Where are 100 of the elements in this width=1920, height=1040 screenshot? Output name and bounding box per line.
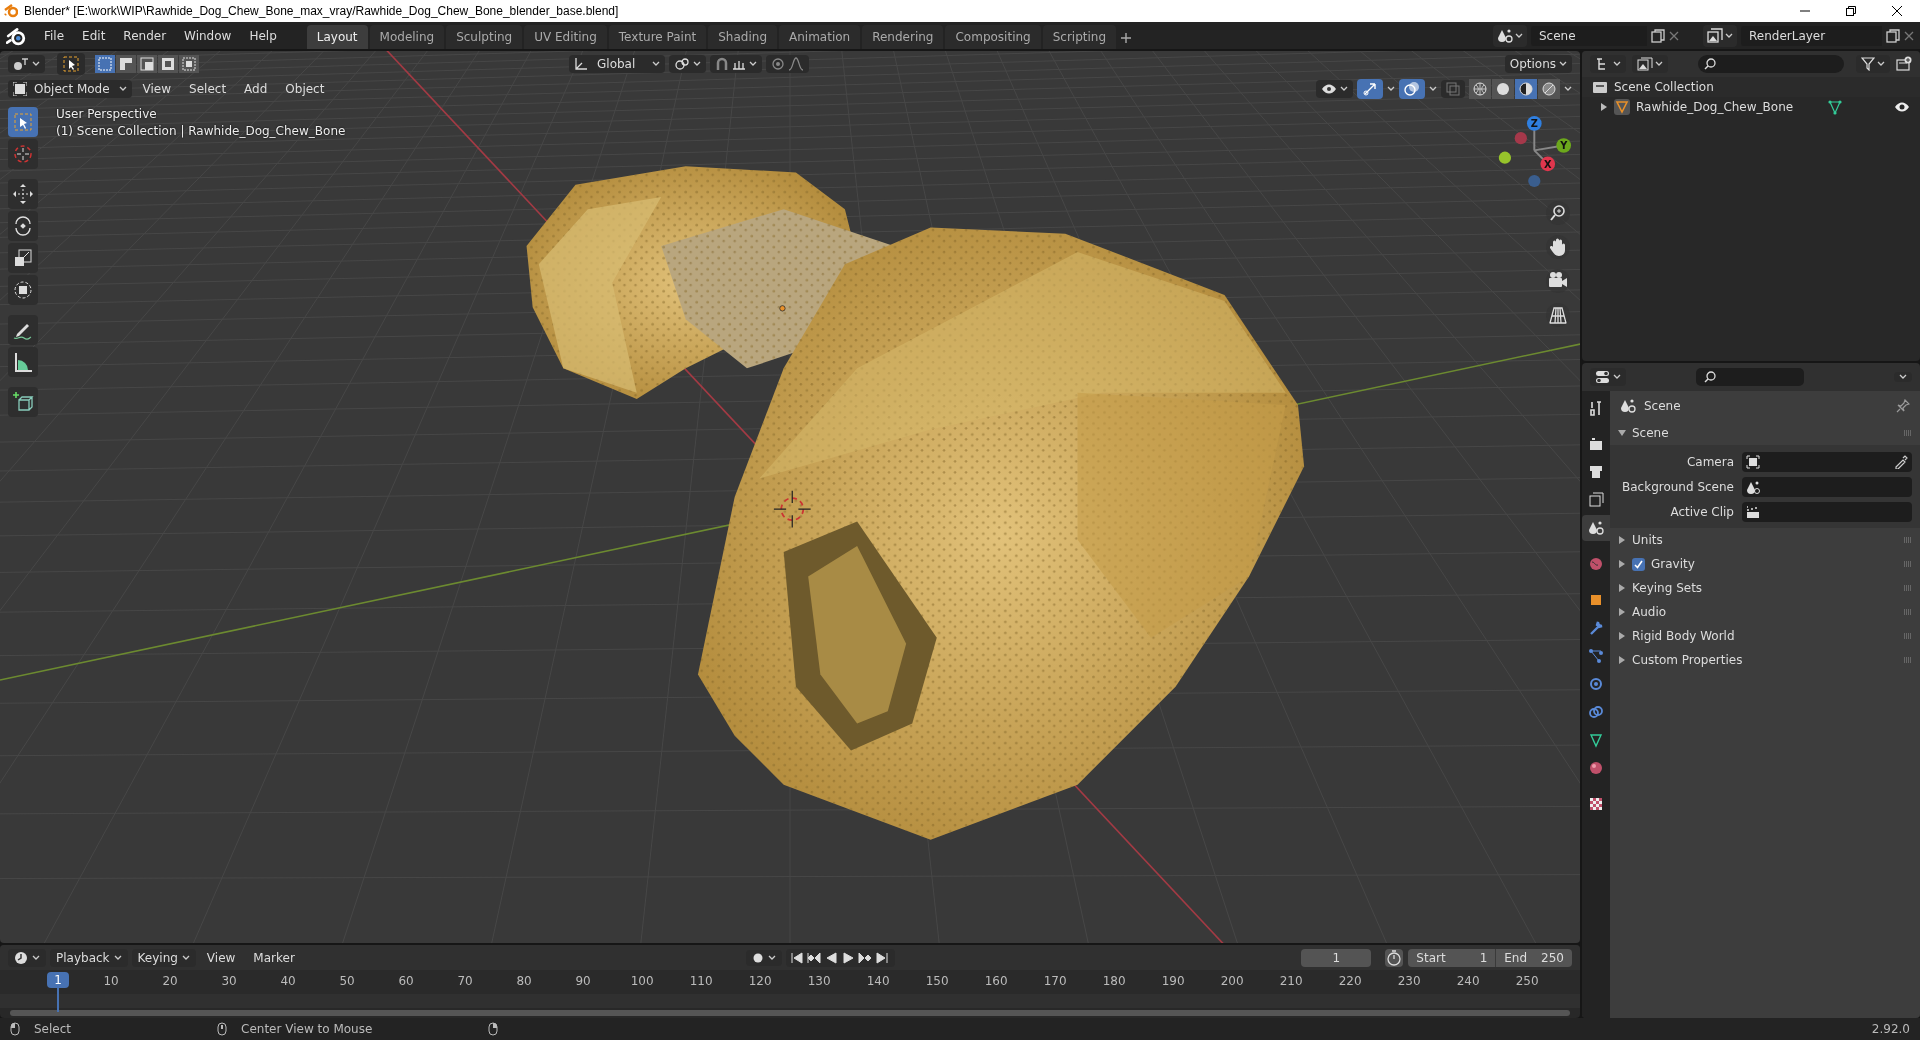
drag-handle-icon[interactable] — [1904, 609, 1912, 615]
workspace-tab[interactable]: Scripting — [1042, 25, 1117, 49]
disclosure-triangle-icon[interactable] — [1618, 656, 1626, 664]
keyframe-track[interactable] — [0, 994, 1580, 1008]
scene-selector-field[interactable]: Scene — [1531, 25, 1647, 46]
overlay-toggle[interactable] — [1399, 78, 1425, 99]
xray-toggle[interactable] — [1441, 79, 1465, 98]
editor-type-button[interactable] — [1590, 368, 1626, 386]
workspace-tab[interactable]: Layout — [306, 25, 368, 49]
workspace-tab[interactable]: Rendering — [862, 25, 944, 49]
proportional-editing-toggle[interactable] — [766, 54, 810, 73]
transform-orientation-dropdown[interactable]: Global — [569, 54, 666, 73]
workspace-tab[interactable]: Compositing — [945, 25, 1041, 49]
drag-handle-icon[interactable] — [1904, 537, 1912, 543]
panel-header[interactable]: Units — [1632, 533, 1663, 547]
pin-icon[interactable] — [1896, 399, 1910, 413]
start-frame-field[interactable]: Start 1 — [1408, 948, 1496, 967]
copy-icon[interactable] — [1651, 28, 1665, 43]
restore-icon[interactable] — [1846, 6, 1856, 16]
editor-type-button[interactable] — [8, 54, 45, 73]
workspace-tab[interactable]: Shading — [708, 25, 777, 49]
scene-field[interactable] — [1742, 476, 1912, 497]
close-icon[interactable] — [1892, 6, 1902, 16]
ortho-grid-icon[interactable] — [1546, 303, 1570, 327]
display-mode-button[interactable] — [1632, 55, 1668, 73]
end-frame-field[interactable]: End 250 — [1495, 948, 1572, 967]
solid-shading-button[interactable] — [1492, 78, 1514, 99]
panel-header[interactable]: Gravity — [1651, 557, 1695, 571]
navigation-gizmo[interactable]: Z Y X — [1498, 116, 1572, 188]
panel-header[interactable]: Scene — [1632, 426, 1669, 440]
viewport-menu[interactable]: Object — [278, 79, 332, 98]
rendered-shading-button[interactable] — [1538, 78, 1560, 99]
panel-header[interactable]: Custom Properties — [1632, 653, 1743, 667]
workspace-tab[interactable]: Texture Paint — [608, 25, 707, 49]
view-layer-selector-type-button[interactable] — [1703, 24, 1737, 47]
timeline-menu[interactable]: Keying — [131, 948, 196, 967]
measure-tool-button[interactable] — [8, 347, 38, 377]
selection-mode-button[interactable] — [137, 54, 157, 73]
select-tool-button[interactable] — [8, 107, 38, 137]
scene-properties-tab[interactable] — [1582, 515, 1610, 541]
active-tool-button[interactable] — [57, 52, 85, 75]
workspace-tab[interactable]: Sculpting — [446, 25, 523, 49]
viewport-menu[interactable]: Select — [182, 79, 234, 98]
menu-item[interactable]: Window — [176, 25, 240, 46]
blender-logo-icon[interactable] — [6, 25, 26, 46]
zoom-icon[interactable] — [1546, 201, 1570, 225]
snap-toggle[interactable] — [710, 54, 763, 73]
scene-selector-type-button[interactable] — [1493, 24, 1527, 47]
viewport-menu[interactable]: View — [135, 79, 179, 98]
selection-mode-button[interactable] — [158, 54, 178, 73]
timeline-menu[interactable]: Playback — [50, 948, 128, 967]
add-cube-tool-button[interactable] — [8, 387, 38, 417]
disclosure-triangle-icon[interactable] — [1618, 429, 1626, 437]
camera-field[interactable] — [1742, 451, 1912, 472]
disclosure-triangle-icon[interactable] — [1618, 608, 1626, 616]
new-collection-icon[interactable] — [1896, 56, 1912, 72]
gizmo-toggle[interactable] — [1357, 78, 1383, 99]
checkbox[interactable] — [1632, 557, 1645, 571]
view-layer-selector-field[interactable]: RenderLayer — [1741, 25, 1882, 46]
search-field[interactable] — [1696, 368, 1804, 386]
menu-item[interactable]: File — [36, 25, 73, 46]
menu-item[interactable]: Edit — [74, 25, 114, 46]
axis-handle[interactable]: X — [1540, 156, 1556, 172]
disclosure-triangle-icon[interactable] — [1600, 103, 1608, 111]
cursor-tool-button[interactable] — [8, 139, 38, 169]
workspace-tab[interactable]: Modeling — [369, 25, 445, 49]
current-frame-field[interactable]: 1 — [1301, 948, 1372, 967]
jump-start-icon[interactable] — [789, 950, 806, 965]
filter-button[interactable] — [1856, 55, 1890, 73]
visibility-dropdown[interactable] — [1316, 79, 1353, 98]
disclosure-triangle-icon[interactable] — [1618, 560, 1626, 568]
menu-item[interactable]: Help — [241, 25, 285, 46]
panel-header[interactable]: Rigid Body World — [1632, 629, 1735, 643]
jump-end-icon[interactable] — [874, 950, 891, 965]
axis-handle[interactable]: Z — [1526, 116, 1542, 131]
hand-icon[interactable] — [1546, 235, 1570, 259]
search-field[interactable] — [1698, 55, 1844, 73]
disclosure-triangle-icon[interactable] — [1618, 536, 1626, 544]
eyedropper-icon[interactable] — [1894, 454, 1908, 469]
drag-handle-icon[interactable] — [1904, 633, 1912, 639]
copy-icon[interactable] — [1886, 28, 1900, 43]
selection-mode-button[interactable] — [95, 54, 115, 73]
annotate-tool-button[interactable] — [8, 315, 38, 345]
rotate-tool-button[interactable] — [8, 211, 38, 241]
material-shading-button[interactable] — [1515, 78, 1537, 99]
scale-tool-button[interactable] — [8, 243, 38, 273]
options-dropdown[interactable]: Options — [1504, 54, 1572, 73]
workspace-tab[interactable]: Animation — [779, 25, 861, 49]
playhead-frame-label[interactable]: 1 — [47, 972, 69, 988]
selection-mode-button[interactable] — [179, 54, 199, 73]
timeline-scrollbar[interactable] — [10, 1010, 1570, 1016]
drag-handle-icon[interactable] — [1904, 430, 1912, 436]
previous-keyframe-icon[interactable] — [806, 950, 823, 965]
drag-handle-icon[interactable] — [1904, 561, 1912, 567]
panel-header[interactable]: Keying Sets — [1632, 581, 1703, 595]
mode-dropdown[interactable]: Object Mode — [8, 79, 132, 98]
timeline-menu[interactable]: Marker — [246, 948, 302, 967]
camera-icon[interactable] — [1546, 269, 1570, 293]
drag-handle-icon[interactable] — [1904, 657, 1912, 663]
axis-handle[interactable]: Y — [1556, 138, 1572, 153]
